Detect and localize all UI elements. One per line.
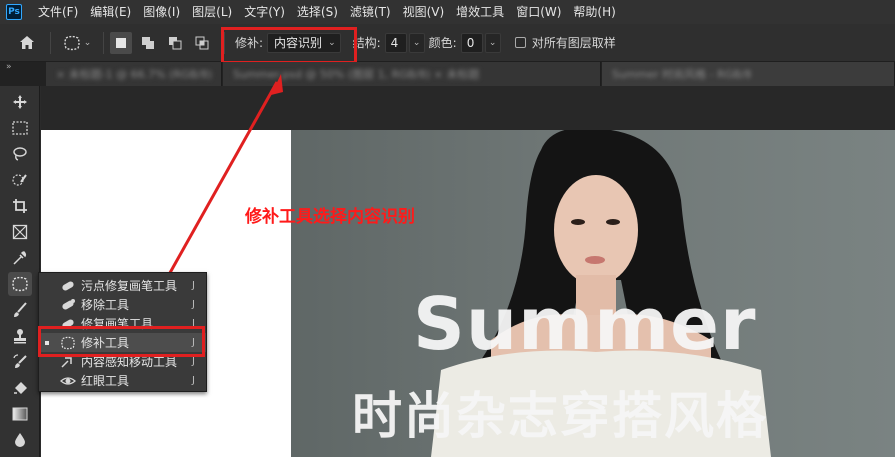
flyout-item-spot-healing[interactable]: 污点修复画笔工具 J [39,276,206,295]
highlight-frame-patch-tool [38,326,205,357]
annotation-text: 修补工具选择内容识别 [245,207,415,227]
flyout-item-red-eye[interactable]: 红眼工具 J [39,371,206,390]
flyout-item-remove[interactable]: 移除工具 J [39,295,206,314]
flyout-item-shortcut: J [192,299,195,310]
flyout-item-label: 移除工具 [81,298,130,312]
flyout-item-label: 污点修复画笔工具 [81,279,178,293]
flyout-item-shortcut: J [192,375,195,386]
flyout-item-shortcut: J [192,356,195,367]
remove-tool-icon [59,297,77,313]
red-eye-icon [59,373,77,389]
flyout-item-label: 红眼工具 [81,374,130,388]
spot-healing-icon [59,278,77,294]
flyout-item-shortcut: J [192,280,195,291]
